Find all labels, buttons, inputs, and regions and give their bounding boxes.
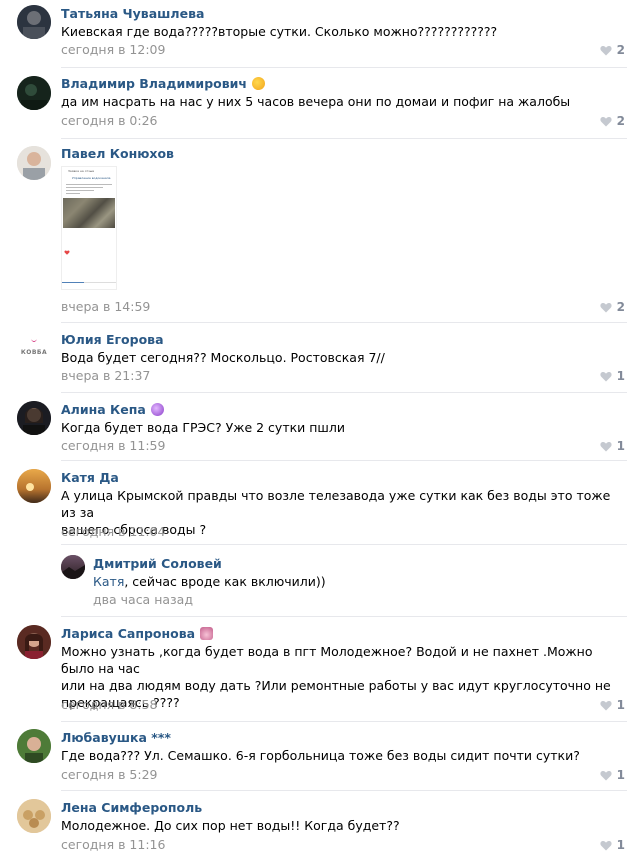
comment-text-line: Можно узнать ,когда будет вода в пгт Мол… xyxy=(61,644,593,676)
attachment-text-lines xyxy=(66,184,112,194)
comment-date[interactable]: сегодня в 0:26 xyxy=(61,113,158,128)
comment-9: Лена Симферополь Молодежное. До сих пор … xyxy=(0,792,637,863)
author-name: Лариса Сапронова xyxy=(61,626,196,641)
comment-text: Вода будет сегодня?? Москольцо. Ростовск… xyxy=(61,350,385,365)
divider xyxy=(61,790,627,791)
avatar[interactable] xyxy=(17,401,51,435)
comment-date[interactable]: сегодня в 11:59 xyxy=(61,438,165,453)
like-button[interactable]: 2 xyxy=(600,300,625,314)
comment-date[interactable]: вчера в 21:37 xyxy=(61,368,150,383)
comment-date[interactable]: вчера в 14:59 xyxy=(61,299,150,314)
crystal-ball-icon xyxy=(150,403,164,416)
divider xyxy=(61,460,627,461)
attachment-progress xyxy=(62,282,84,283)
comment-2: Владимир Владимирович да им насрать на н… xyxy=(0,70,637,140)
like-button[interactable]: 1 xyxy=(600,768,625,782)
reply-text: Катя, сейчас вроде как включили)) xyxy=(93,573,613,590)
comment-author[interactable]: Катя Да xyxy=(61,470,119,485)
attachment-photo xyxy=(63,198,115,228)
reply-avatar[interactable] xyxy=(61,555,85,579)
comment-text: Молодежное. До сих пор нет воды!! Когда … xyxy=(61,818,400,833)
like-button[interactable]: 1 xyxy=(600,369,625,383)
like-count: 1 xyxy=(616,838,625,852)
like-count: 1 xyxy=(616,768,625,782)
like-count: 1 xyxy=(616,439,625,453)
heart-icon xyxy=(600,302,612,312)
avatar[interactable] xyxy=(17,76,51,110)
heart-icon xyxy=(600,770,612,780)
heart-icon xyxy=(600,700,612,710)
comment-1: Татьяна Чувашлева Киевская где вода?????… xyxy=(0,0,637,70)
like-count: 1 xyxy=(616,698,625,712)
comment-author[interactable]: Лена Симферополь xyxy=(61,800,202,815)
like-count: 2 xyxy=(616,43,625,57)
reply-author[interactable]: Дмитрий Соловей xyxy=(93,556,222,571)
comment-5: Алина Кепа Когда будет вода ГРЭС? Уже 2 … xyxy=(0,394,637,462)
comment-date[interactable]: сегодня в 11:16 xyxy=(61,837,165,852)
like-button[interactable]: 2 xyxy=(600,114,625,128)
comment-author[interactable]: Владимир Владимирович xyxy=(61,76,265,91)
reply: Дмитрий Соловей Катя, сейчас вроде как в… xyxy=(61,550,627,610)
comment-date[interactable]: сегодня в 5:29 xyxy=(61,767,158,782)
comment-3: Павел Конюхов Заявка на отзыв Управление… xyxy=(0,140,637,323)
comment-text: Киевская где вода?????вторые сутки. Скол… xyxy=(61,24,498,39)
attachment-image[interactable]: Заявка на отзыв Управление водоканала xyxy=(61,166,117,290)
heart-icon xyxy=(600,371,612,381)
divider xyxy=(61,138,627,139)
comment-author[interactable]: Павел Конюхов xyxy=(61,146,174,161)
reply-divider xyxy=(61,544,627,545)
like-button[interactable]: 1 xyxy=(600,439,625,453)
avatar[interactable] xyxy=(17,146,51,180)
like-button[interactable]: 1 xyxy=(600,838,625,852)
reply-message: , сейчас вроде как включили)) xyxy=(124,574,326,589)
like-count: 2 xyxy=(616,114,625,128)
divider xyxy=(61,616,627,617)
avatar[interactable] xyxy=(17,469,51,503)
comment-author[interactable]: Лариса Сапронова xyxy=(61,626,214,641)
divider xyxy=(61,392,627,393)
avatar[interactable] xyxy=(17,729,51,763)
emoji-icon xyxy=(251,77,265,90)
comment-4: КОВБА Юлия Егорова Вода будет сегодня?? … xyxy=(0,324,637,394)
comment-author[interactable]: Юлия Егорова xyxy=(61,332,164,347)
brand-logo: КОВБА xyxy=(20,349,48,356)
avatar[interactable] xyxy=(17,625,51,659)
heart-icon xyxy=(600,45,612,55)
avatar[interactable] xyxy=(17,5,51,39)
comment-6: Катя Да А улица Крымской правды что возл… xyxy=(0,462,637,617)
author-name: Алина Кепа xyxy=(61,402,146,417)
comment-date[interactable]: сегодня в 8:58 xyxy=(61,697,158,712)
cat-emoji-icon xyxy=(200,627,214,640)
comment-text-line: или на два людям воду дать ?Или ремонтны… xyxy=(61,678,611,693)
heart-icon xyxy=(600,116,612,126)
heart-icon xyxy=(600,840,612,850)
comment-author[interactable]: Татьяна Чувашлева xyxy=(61,6,204,21)
comment-text-line: А улица Крымской правды что возле телеза… xyxy=(61,488,611,520)
heart-icon xyxy=(64,250,70,255)
divider xyxy=(61,721,627,722)
divider xyxy=(61,322,627,323)
avatar[interactable] xyxy=(17,799,51,833)
comment-date[interactable]: сегодня в 11:04 xyxy=(61,524,165,539)
heart-icon xyxy=(600,441,612,451)
author-name: Владимир Владимирович xyxy=(61,76,247,91)
avatar[interactable]: КОВБА xyxy=(17,333,51,367)
divider xyxy=(61,67,627,68)
comment-text: да им насрать на нас у них 5 часов вечер… xyxy=(61,94,571,109)
like-count: 2 xyxy=(616,300,625,314)
comment-text: Когда будет вода ГРЭС? Уже 2 сутки пшли xyxy=(61,420,345,435)
comment-author[interactable]: Любавушка *** xyxy=(61,730,171,745)
comment-text: Где вода??? Ул. Семашко. 6-я горбольница… xyxy=(61,748,580,763)
comment-date[interactable]: сегодня в 12:09 xyxy=(61,42,165,57)
comment-author[interactable]: Алина Кепа xyxy=(61,402,164,417)
attachment-org: Управление водоканала xyxy=(72,176,111,180)
like-button[interactable]: 1 xyxy=(600,698,625,712)
like-count: 1 xyxy=(616,369,625,383)
comment-7: Лариса Сапронова Можно узнать ,когда буд… xyxy=(0,618,637,722)
reply-mention[interactable]: Катя xyxy=(93,574,124,589)
comment-8: Любавушка *** Где вода??? Ул. Семашко. 6… xyxy=(0,723,637,791)
reply-date[interactable]: два часа назад xyxy=(93,592,193,607)
like-button[interactable]: 2 xyxy=(600,43,625,57)
